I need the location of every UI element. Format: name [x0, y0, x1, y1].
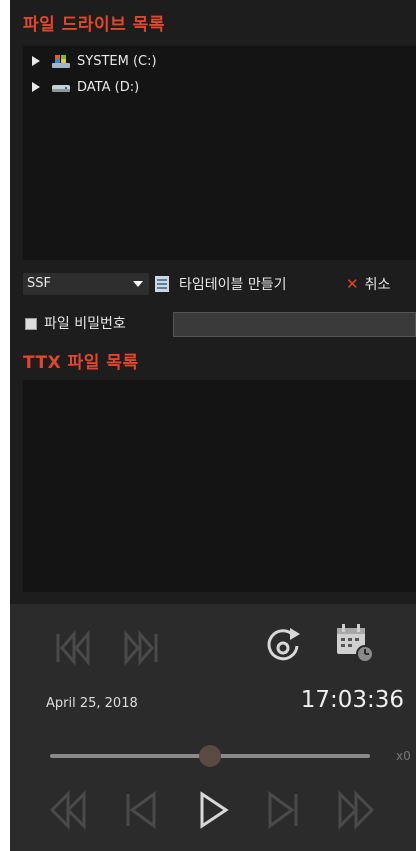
format-select-value: SSF	[27, 276, 51, 291]
make-timetable-button[interactable]: 타임테이블 만들기	[153, 273, 287, 295]
calendar-clock-icon[interactable]	[334, 622, 374, 664]
step-back-icon[interactable]	[124, 790, 158, 830]
tree-item-label: DATA (D:)	[77, 79, 140, 95]
fast-rewind-icon[interactable]	[48, 790, 90, 830]
close-icon: ✕	[346, 275, 359, 293]
system-drive-icon	[52, 55, 70, 68]
password-checkbox[interactable]	[25, 318, 37, 330]
skip-to-start-icon[interactable]	[54, 630, 92, 666]
hard-drive-icon	[52, 85, 70, 92]
app-window: 파일 드라이브 목록 SYSTEM (C:) DATA (D:) SSF 타임테…	[10, 0, 416, 851]
play-icon[interactable]	[196, 790, 230, 830]
document-icon	[155, 276, 169, 292]
player-controls: April 25, 2018 17:03:36 x0	[10, 604, 416, 851]
cancel-button[interactable]: ✕ 취소	[346, 273, 390, 295]
date-display: April 25, 2018	[46, 696, 138, 711]
drive-list-title: 파일 드라이브 목록	[23, 15, 165, 35]
password-input[interactable]	[173, 312, 416, 337]
time-display: 17:03:36	[300, 687, 404, 713]
slider-thumb[interactable]	[199, 745, 221, 767]
skip-to-end-icon[interactable]	[122, 630, 160, 666]
tree-item-label: SYSTEM (C:)	[77, 53, 157, 69]
password-label: 파일 비밀번호	[44, 316, 126, 332]
expand-arrow-icon[interactable]	[31, 55, 41, 67]
ttx-file-list[interactable]	[23, 380, 416, 592]
chevron-down-icon[interactable]	[133, 281, 143, 287]
tree-item-data[interactable]: DATA (D:)	[31, 78, 139, 96]
expand-arrow-icon[interactable]	[31, 81, 41, 93]
fast-forward-icon[interactable]	[334, 790, 376, 830]
tree-item-system[interactable]: SYSTEM (C:)	[31, 52, 157, 70]
cancel-label: 취소	[364, 277, 391, 293]
ttx-list-title: TTX 파일 목록	[23, 353, 139, 373]
make-timetable-label: 타임테이블 만들기	[179, 277, 287, 293]
format-select[interactable]: SSF	[23, 273, 149, 295]
disc-export-icon[interactable]	[266, 626, 302, 662]
speed-label: x0	[396, 749, 411, 763]
step-forward-icon[interactable]	[266, 790, 300, 830]
drive-tree-panel[interactable]: SYSTEM (C:) DATA (D:)	[23, 46, 416, 260]
